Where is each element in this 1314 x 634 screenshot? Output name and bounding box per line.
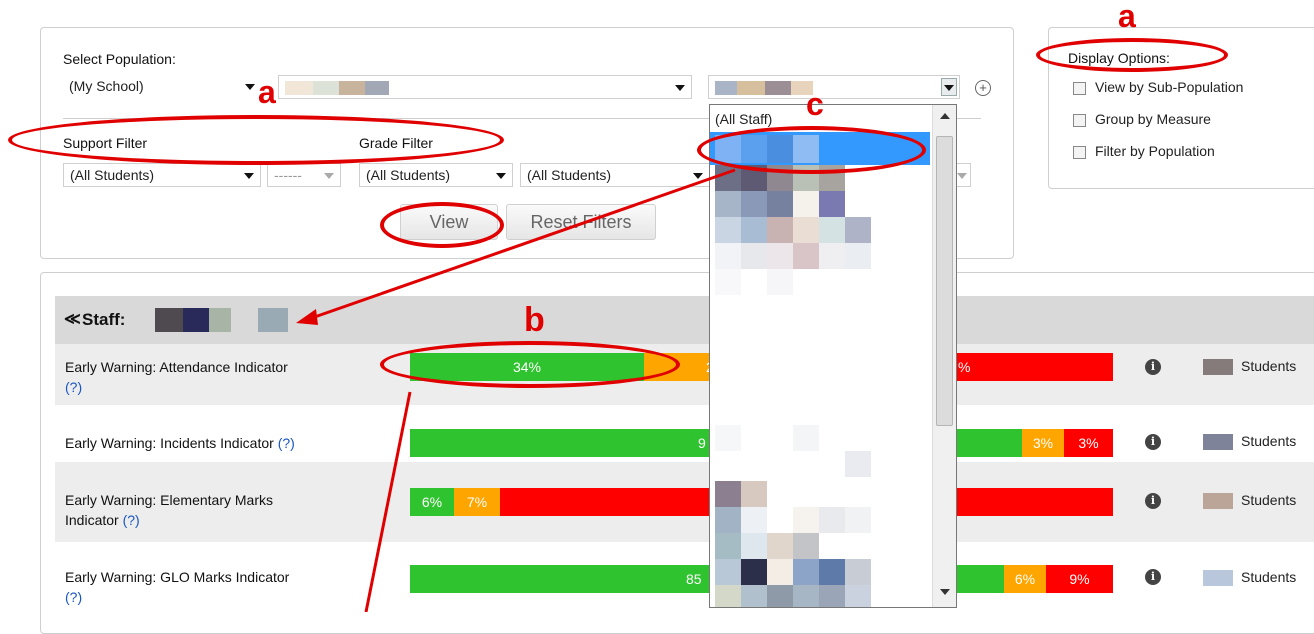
annotation-label-a: a (258, 74, 276, 110)
annotation-arrows (296, 168, 736, 612)
annotation-ring-bar (380, 341, 680, 388)
annotation-label-a: a (1118, 0, 1136, 34)
annotation-label-c: c (806, 86, 824, 122)
annotation-label-b: b (524, 301, 545, 339)
annotation-ring-selected-staff (697, 126, 926, 174)
arrowhead (296, 309, 318, 325)
annotation-ring-view (380, 202, 504, 248)
arrow-to-staff-header (305, 168, 736, 322)
annotation-ring-display-options (1036, 38, 1228, 72)
annotation-ring-filters (8, 115, 504, 165)
arrow-from-bar (364, 391, 412, 612)
